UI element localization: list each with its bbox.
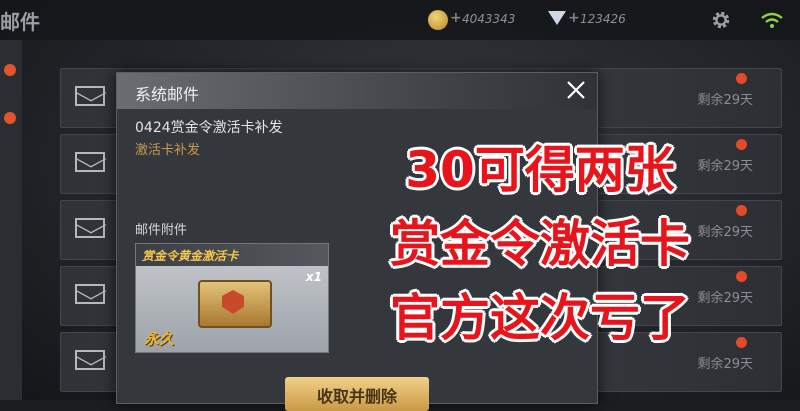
- top-bar: [0, 0, 800, 40]
- attachment-name: 赏金令黄金激活卡: [142, 249, 239, 263]
- attachment-card-header: 赏金令黄金激活卡: [136, 244, 328, 266]
- envelope-icon: [75, 350, 105, 370]
- caption-line-3: 官方这次亏了: [390, 289, 690, 347]
- add-diamonds-button[interactable]: +: [568, 10, 580, 26]
- dialog-title: 系统邮件: [135, 85, 200, 104]
- unread-dot: [736, 73, 747, 84]
- remaining-days: 剩余29天: [697, 357, 753, 372]
- shield-emblem-icon: [222, 290, 244, 314]
- close-icon[interactable]: [565, 79, 587, 101]
- diamond-icon: [548, 11, 566, 25]
- activation-card-icon: [198, 280, 272, 328]
- envelope-icon: [75, 152, 105, 172]
- claim-and-delete-button[interactable]: 收取并删除: [285, 377, 429, 411]
- mail-subject: 0424赏金令激活卡补发: [135, 120, 283, 136]
- attachments-label: 邮件附件: [135, 223, 188, 238]
- remaining-days: 剩余29天: [697, 93, 753, 108]
- caption-line-1: 30可得两张: [405, 141, 675, 199]
- coin-balance: 4043343: [462, 12, 516, 26]
- wifi-icon: [761, 12, 783, 28]
- gear-icon[interactable]: [710, 9, 732, 31]
- coin-icon: [428, 10, 448, 30]
- notification-dot: [4, 64, 16, 76]
- caption-line-2: 赏金令激活卡: [390, 215, 690, 273]
- page-title: 邮件: [0, 10, 40, 34]
- claim-button-label: 收取并删除: [316, 387, 397, 406]
- attachment-duration: 永久: [144, 330, 175, 348]
- side-strip: [0, 40, 22, 400]
- add-coins-button[interactable]: +: [450, 10, 462, 26]
- envelope-icon: [75, 86, 105, 106]
- attachment-card[interactable]: 赏金令黄金激活卡 x1 永久: [135, 243, 329, 353]
- mail-body: 激活卡补发: [135, 143, 201, 158]
- notification-dot: [4, 112, 16, 124]
- attachment-quantity: x1: [305, 270, 322, 284]
- diamond-balance: 123426: [580, 12, 626, 26]
- dialog-header: 系统邮件: [117, 73, 597, 109]
- envelope-icon: [75, 284, 105, 304]
- envelope-icon: [75, 218, 105, 238]
